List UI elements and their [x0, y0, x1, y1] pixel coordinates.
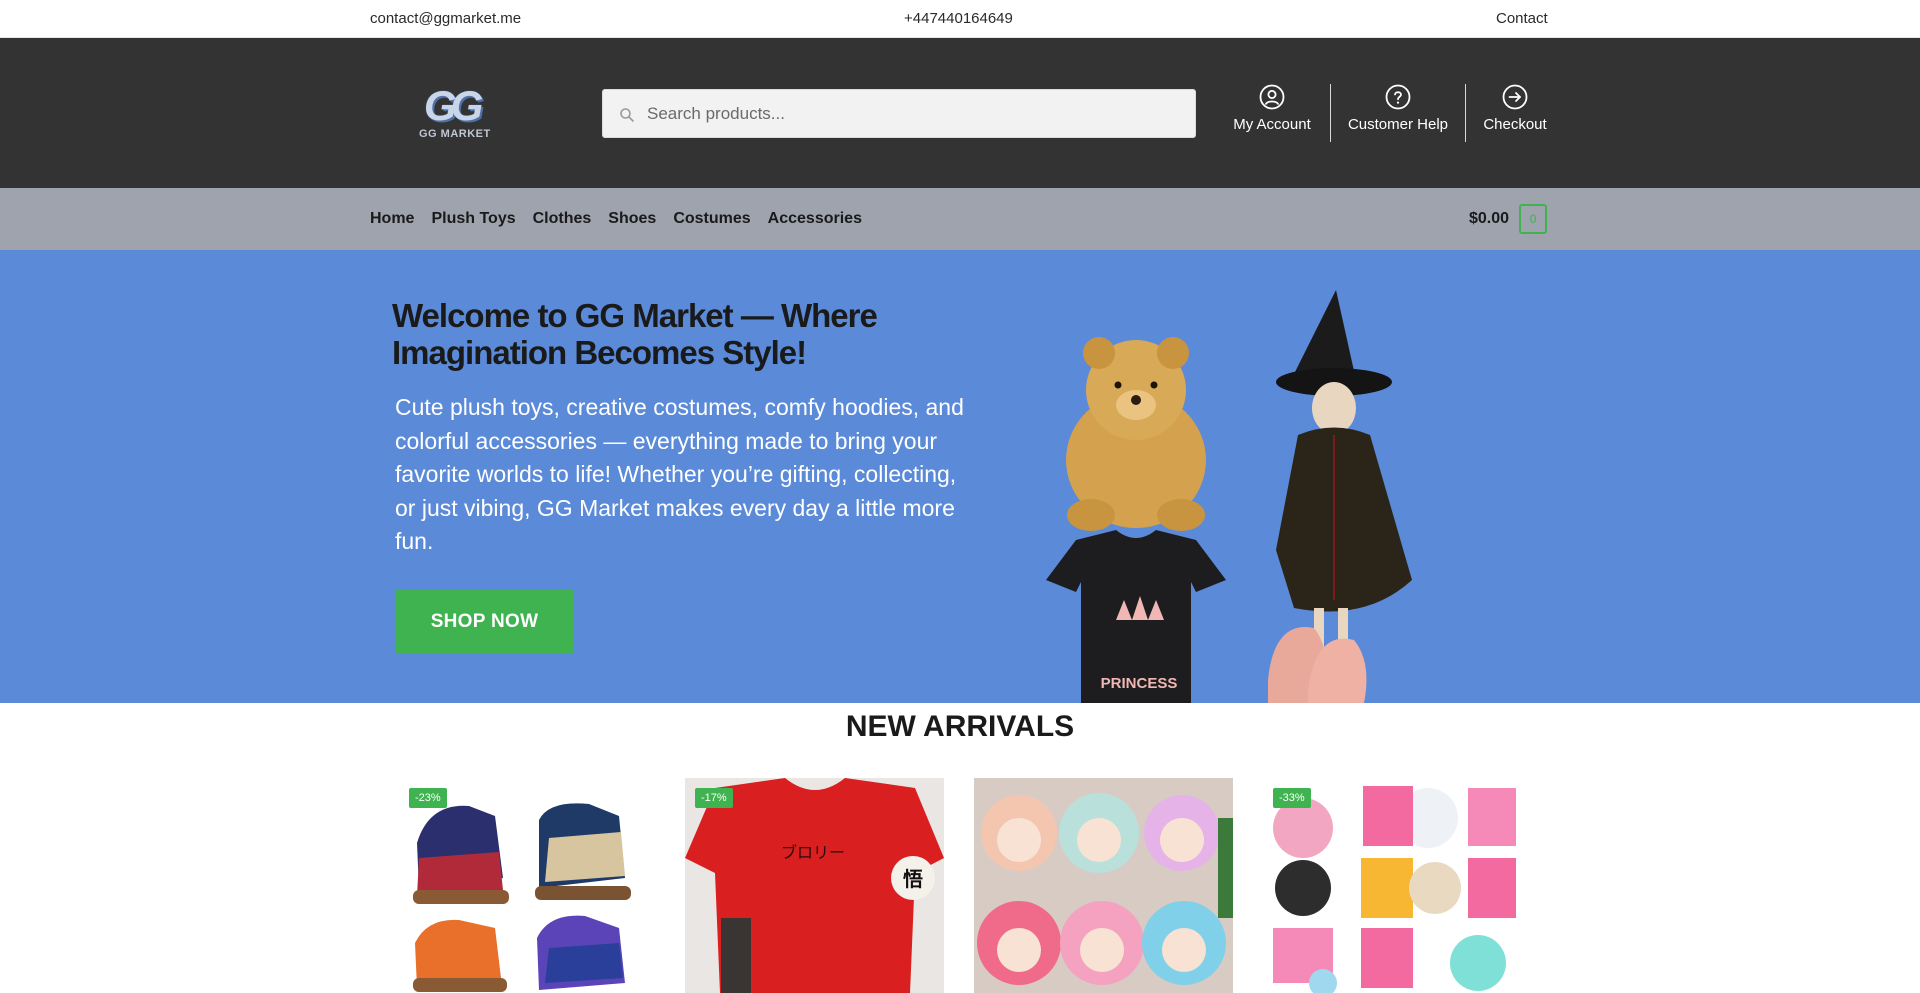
- shop-now-button[interactable]: SHOP NOW: [395, 590, 574, 653]
- arrow-right-circle-icon: [1502, 84, 1528, 110]
- top-info-bar: contact@ggmarket.me +447440164649 Contac…: [0, 0, 1920, 38]
- my-account-label: My Account: [1233, 116, 1311, 133]
- discount-badge: -23%: [409, 788, 447, 808]
- cart-total: $0.00: [1469, 210, 1510, 227]
- witch-costume-illustration: [1276, 290, 1412, 648]
- product-card[interactable]: ブロリー 悟 -17%: [685, 778, 944, 993]
- customer-help-link[interactable]: Customer Help: [1344, 84, 1452, 142]
- hero-banner: Welcome to GG Market — Where Imagination…: [0, 250, 1920, 703]
- hero-products-image: PRINCESS: [1046, 290, 1412, 703]
- tshirt-illustration: PRINCESS: [1046, 530, 1226, 703]
- hero-title: Welcome to GG Market — Where Imagination…: [392, 297, 878, 371]
- category-nav: Home Plush Toys Clothes Shoes Costumes A…: [0, 188, 1920, 250]
- svg-text:ブロリー: ブロリー: [781, 843, 845, 862]
- pink-shoes-illustration: [1268, 627, 1367, 703]
- search-input[interactable]: [647, 90, 1177, 137]
- nav-home[interactable]: Home: [370, 210, 414, 228]
- checkout-label: Checkout: [1483, 116, 1547, 133]
- nav-costumes[interactable]: Costumes: [673, 210, 750, 228]
- site-header: GG GG MARKET My Account Customer Help: [0, 38, 1920, 188]
- nav-clothes[interactable]: Clothes: [533, 210, 592, 228]
- product-image-sneakers: [399, 778, 658, 993]
- category-list: Home Plush Toys Clothes Shoes Costumes A…: [370, 210, 879, 228]
- logo-wordmark: GG MARKET: [419, 128, 491, 140]
- nav-accessories[interactable]: Accessories: [768, 210, 862, 228]
- cart-button[interactable]: $0.00 0: [1469, 204, 1548, 234]
- customer-help-label: Customer Help: [1347, 116, 1449, 133]
- header-divider: [1465, 84, 1466, 142]
- hero-description: Cute plush toys, creative costumes, comf…: [395, 394, 964, 554]
- product-image-blind-boxes: [1263, 778, 1522, 993]
- nav-shoes[interactable]: Shoes: [608, 210, 656, 228]
- checkout-link[interactable]: Checkout: [1478, 84, 1552, 142]
- search-icon: [620, 108, 634, 122]
- help-circle-icon: [1385, 84, 1411, 110]
- cart-count-badge: 0: [1519, 204, 1548, 234]
- nav-plush-toys[interactable]: Plush Toys: [431, 210, 515, 228]
- product-card[interactable]: -33%: [1263, 778, 1522, 993]
- svg-text:PRINCESS: PRINCESS: [1101, 675, 1178, 692]
- user-circle-icon: [1259, 84, 1285, 110]
- discount-badge: -17%: [695, 788, 733, 808]
- product-image-red-tshirt: ブロリー 悟: [685, 778, 944, 993]
- new-arrivals-heading: NEW ARRIVALS: [845, 710, 1075, 743]
- contact-link[interactable]: Contact: [1496, 10, 1548, 27]
- logo-mark: GG: [424, 82, 483, 129]
- product-image-plush-dolls: [974, 778, 1233, 993]
- contact-email[interactable]: contact@ggmarket.me: [370, 10, 521, 27]
- my-account-link[interactable]: My Account: [1226, 84, 1318, 142]
- discount-badge: -33%: [1273, 788, 1311, 808]
- search-box: [602, 89, 1196, 138]
- product-card[interactable]: [974, 778, 1233, 993]
- header-divider: [1330, 84, 1331, 142]
- product-card[interactable]: -23%: [399, 778, 658, 993]
- site-logo[interactable]: GG GG MARKET: [416, 82, 502, 142]
- contact-phone[interactable]: +447440164649: [904, 10, 1013, 27]
- teddy-bear-illustration: [1066, 337, 1206, 531]
- svg-text:悟: 悟: [903, 867, 923, 891]
